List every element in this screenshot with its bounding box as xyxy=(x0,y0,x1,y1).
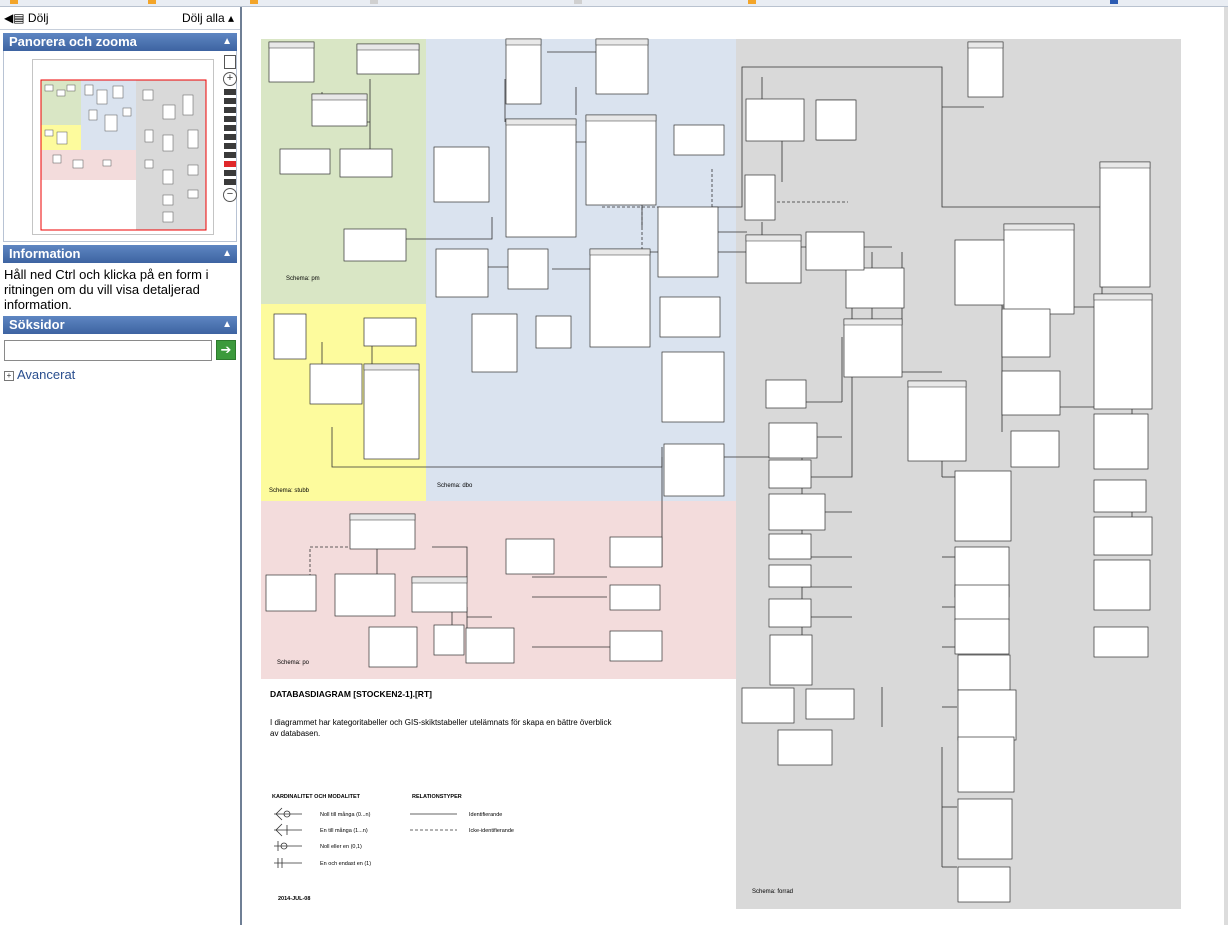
expand-plus-icon: + xyxy=(4,371,14,381)
zoom-out-button[interactable]: − xyxy=(223,188,237,202)
legend-identifying: Identifierande xyxy=(469,812,502,818)
legend: KARDINALITET OCH MODALITET RELATIONSTYPE… xyxy=(272,794,514,868)
diagram-date: 2014-JUL-08 xyxy=(278,896,310,902)
zoom-level-bar[interactable] xyxy=(224,125,236,131)
panel-toolbar: ◀▤ Dölj Dölj alla ▴ xyxy=(0,7,240,30)
panzoom-panel: + − xyxy=(3,51,237,242)
zoom-in-button[interactable]: + xyxy=(223,72,237,86)
zoom-level-bar[interactable] xyxy=(224,98,236,104)
search-go-button[interactable]: ➔ xyxy=(216,340,236,360)
info-header[interactable]: Information ▲ xyxy=(3,245,237,263)
favorite-icon[interactable] xyxy=(10,0,18,4)
zoom-level-bar[interactable] xyxy=(224,170,236,176)
favorite-icon[interactable] xyxy=(748,0,756,4)
legend-relation-header: RELATIONSTYPER xyxy=(412,794,462,800)
hide-button[interactable]: ◀▤ Dölj xyxy=(4,11,49,25)
favorite-icon[interactable] xyxy=(370,0,378,4)
legend-non-identifying: Icke-identifierande xyxy=(469,828,514,834)
schema-label-forrad: Schema: forrad xyxy=(752,889,793,895)
zoom-level-bar[interactable] xyxy=(224,116,236,122)
diagram-title: DATABASDIAGRAM [STOCKEN2-1].[RT] xyxy=(270,689,432,699)
favorite-icon[interactable] xyxy=(148,0,156,4)
hide-all-button[interactable]: Dölj alla ▴ xyxy=(182,11,234,25)
vertical-scrollbar[interactable] xyxy=(1224,7,1228,925)
zoom-level-bar[interactable] xyxy=(224,89,236,95)
search-input[interactable] xyxy=(4,340,212,361)
zoom-level-bar[interactable] xyxy=(224,143,236,149)
info-text: Håll ned Ctrl och klicka på en form i ri… xyxy=(4,267,209,312)
chevron-up-icon[interactable]: ▲ xyxy=(222,33,232,51)
zoom-level-bar[interactable] xyxy=(224,179,236,185)
legend-zero-one: Noll eller en (0,1) xyxy=(320,844,362,850)
favorite-icon[interactable] xyxy=(1110,0,1118,4)
diagram-thumbnail[interactable] xyxy=(32,59,214,235)
zoom-level-current[interactable] xyxy=(224,161,236,167)
diagram-svg: Schema: pm Schema: stubb Schema: dbo Sch… xyxy=(261,38,1181,909)
search-row: ➔ xyxy=(4,340,236,361)
zoom-level-bar[interactable] xyxy=(224,134,236,140)
page-icon[interactable] xyxy=(224,55,236,69)
chevron-up-icon[interactable]: ▲ xyxy=(222,316,232,334)
legend-cardinality-header: KARDINALITET OCH MODALITET xyxy=(272,794,361,800)
panzoom-header[interactable]: Panorera och zooma ▲ xyxy=(3,33,237,51)
schema-label-stubb: Schema: stubb xyxy=(269,488,310,494)
advanced-toggle[interactable]: + Avancerat xyxy=(4,367,236,382)
diagram-description: I diagrammet har kategoritabeller och GI… xyxy=(270,718,614,738)
left-panel: ◀▤ Dölj Dölj alla ▴ Panorera och zooma ▲ xyxy=(0,7,242,925)
zoom-level-bar[interactable] xyxy=(224,107,236,113)
collapse-arrow-icon: ◀▤ xyxy=(4,11,25,25)
zoom-controls: + − xyxy=(222,55,238,204)
legend-zero-many: Noll till många (0...n) xyxy=(320,811,371,818)
diagram-canvas[interactable]: Schema: pm Schema: stubb Schema: dbo Sch… xyxy=(242,7,1228,925)
favorite-icon[interactable] xyxy=(250,0,258,4)
legend-one-many: En till många (1...n) xyxy=(320,827,368,834)
legend-exactly-one: En och endast en (1) xyxy=(320,861,371,867)
schema-label-dbo: Schema: dbo xyxy=(437,483,473,489)
arrow-right-icon: ➔ xyxy=(220,342,232,357)
chevron-up-icon[interactable]: ▲ xyxy=(222,245,232,263)
schema-label-pm: Schema: pm xyxy=(286,276,320,282)
zoom-level-bar[interactable] xyxy=(224,152,236,158)
search-header[interactable]: Söksidor ▲ xyxy=(3,316,237,334)
description-line-1: I diagrammet har kategoritabeller och GI… xyxy=(270,718,612,727)
description-line-2: av databasen. xyxy=(270,729,320,738)
favorites-bar xyxy=(0,0,1228,7)
schema-label-po: Schema: po xyxy=(277,660,310,666)
favorite-icon[interactable] xyxy=(574,0,582,4)
chevron-up-icon: ▴ xyxy=(227,11,234,25)
